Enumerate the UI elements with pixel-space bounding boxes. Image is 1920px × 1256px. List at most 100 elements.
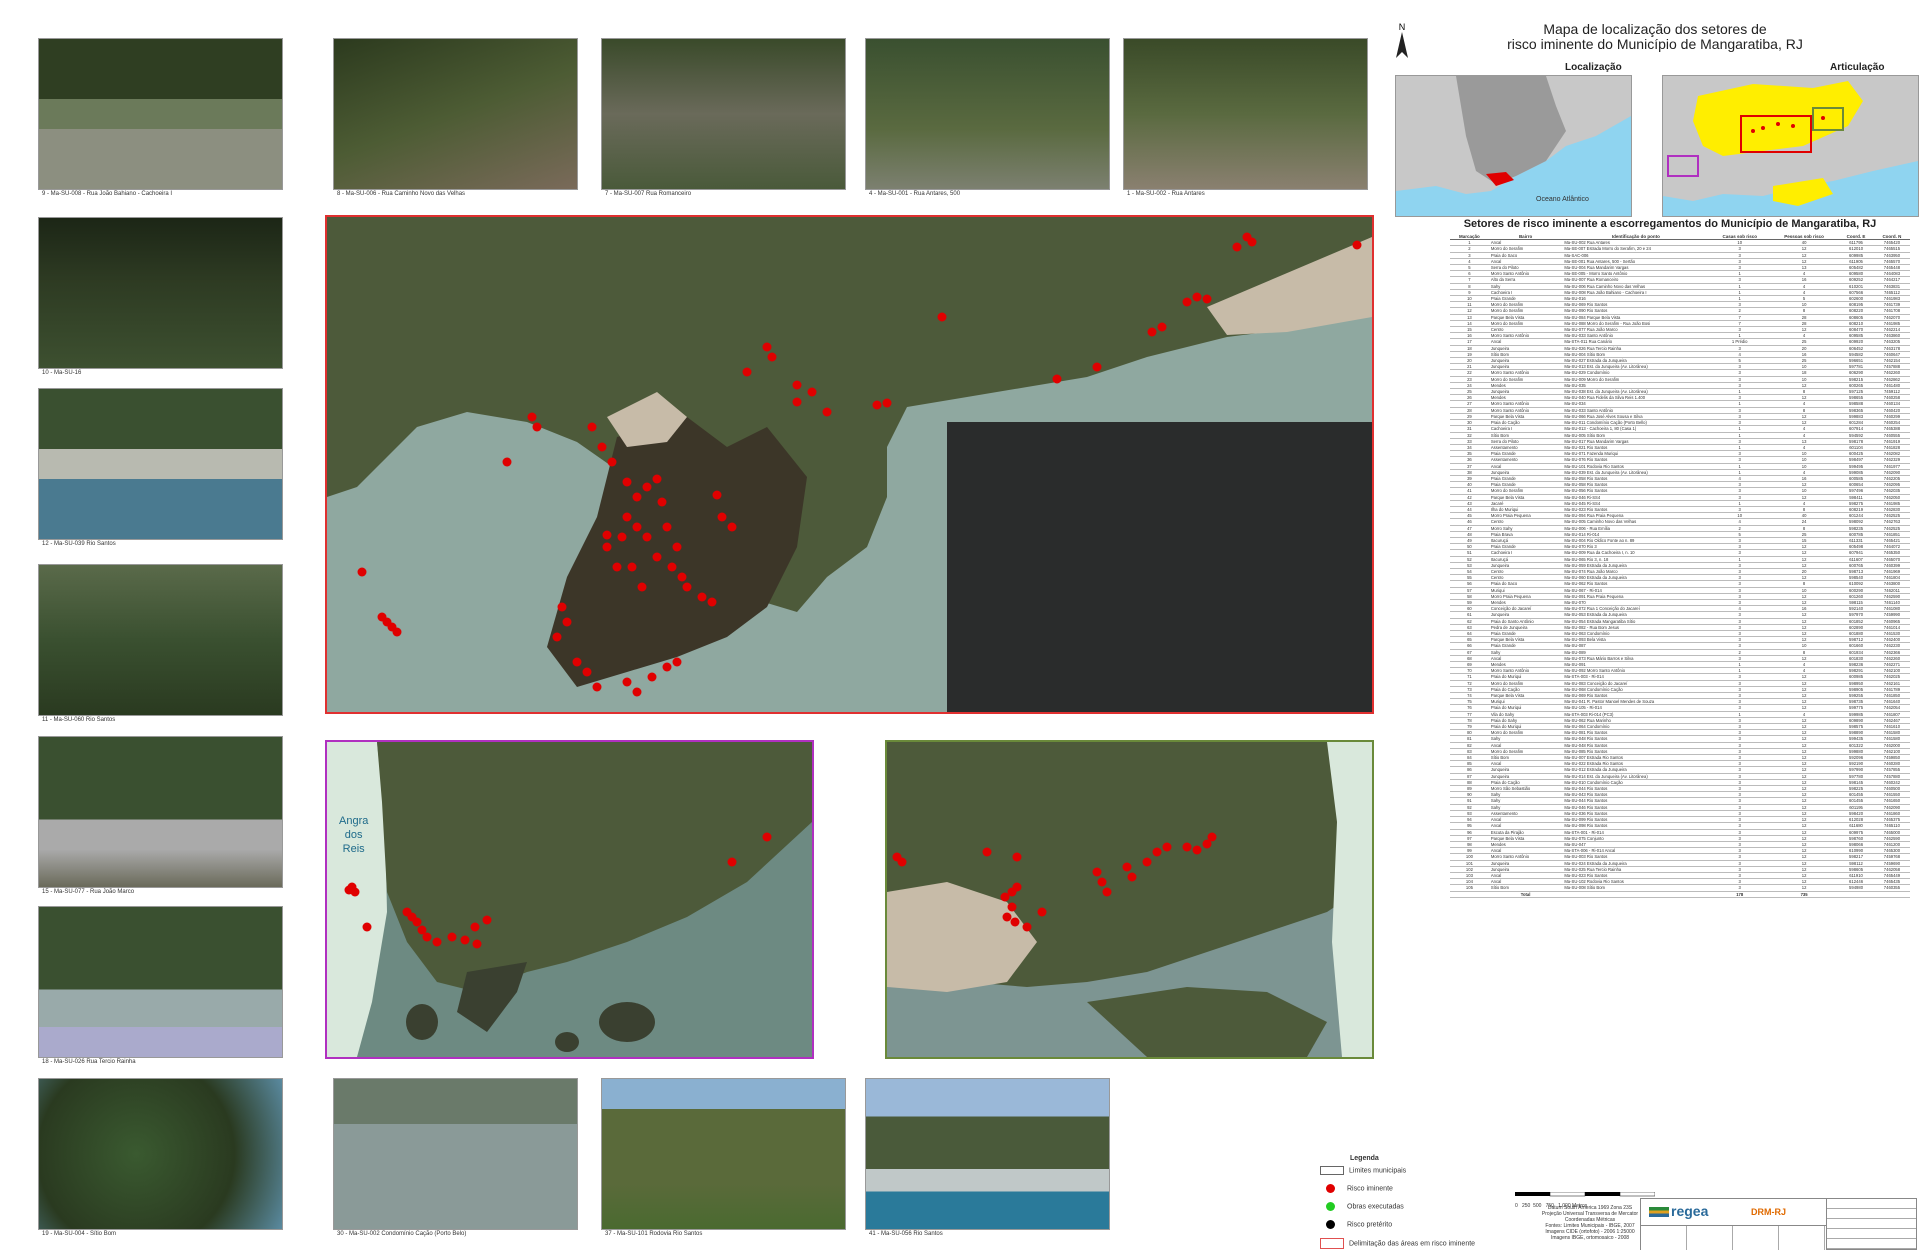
main-risk-marker[interactable] bbox=[557, 602, 567, 612]
photo-1[interactable] bbox=[38, 38, 283, 190]
west-risk-marker[interactable] bbox=[762, 832, 772, 842]
main-risk-marker[interactable] bbox=[607, 457, 617, 467]
east-map[interactable] bbox=[885, 740, 1374, 1059]
main-risk-marker[interactable] bbox=[762, 342, 772, 352]
photo-3[interactable] bbox=[601, 38, 846, 190]
main-risk-marker[interactable] bbox=[602, 530, 612, 540]
main-risk-marker[interactable] bbox=[627, 562, 637, 572]
west-risk-marker[interactable] bbox=[344, 885, 354, 895]
main-risk-marker[interactable] bbox=[727, 522, 737, 532]
photo-10[interactable] bbox=[38, 906, 283, 1058]
main-risk-marker[interactable] bbox=[807, 387, 817, 397]
main-risk-marker[interactable] bbox=[622, 512, 632, 522]
photo-5[interactable] bbox=[1123, 38, 1368, 190]
main-risk-marker[interactable] bbox=[637, 582, 647, 592]
east-risk-marker[interactable] bbox=[1022, 922, 1032, 932]
main-risk-marker[interactable] bbox=[622, 477, 632, 487]
main-risk-marker[interactable] bbox=[792, 380, 802, 390]
main-risk-marker[interactable] bbox=[717, 512, 727, 522]
photo-2[interactable] bbox=[333, 38, 578, 190]
main-risk-marker[interactable] bbox=[1202, 294, 1212, 304]
west-risk-marker[interactable] bbox=[432, 937, 442, 947]
main-risk-marker[interactable] bbox=[677, 572, 687, 582]
east-risk-marker[interactable] bbox=[1000, 892, 1010, 902]
main-risk-marker[interactable] bbox=[527, 412, 537, 422]
photo-6[interactable] bbox=[38, 217, 283, 369]
main-risk-marker[interactable] bbox=[1052, 374, 1062, 384]
main-risk-marker[interactable] bbox=[662, 522, 672, 532]
west-risk-marker[interactable] bbox=[482, 915, 492, 925]
main-risk-marker[interactable] bbox=[707, 597, 717, 607]
main-risk-marker[interactable] bbox=[672, 542, 682, 552]
east-risk-marker[interactable] bbox=[1010, 917, 1020, 927]
east-risk-marker[interactable] bbox=[1142, 857, 1152, 867]
main-risk-marker[interactable] bbox=[652, 474, 662, 484]
east-risk-marker[interactable] bbox=[1152, 847, 1162, 857]
main-risk-marker[interactable] bbox=[632, 687, 642, 697]
main-risk-marker[interactable] bbox=[572, 657, 582, 667]
photo-12[interactable] bbox=[333, 1078, 578, 1230]
main-risk-marker[interactable] bbox=[592, 682, 602, 692]
west-risk-marker[interactable] bbox=[470, 922, 480, 932]
photo-7[interactable] bbox=[38, 388, 283, 540]
photo-9[interactable] bbox=[38, 736, 283, 888]
east-risk-marker[interactable] bbox=[982, 847, 992, 857]
main-risk-marker[interactable] bbox=[562, 617, 572, 627]
main-risk-marker[interactable] bbox=[767, 352, 777, 362]
east-risk-marker[interactable] bbox=[1007, 902, 1017, 912]
main-risk-marker[interactable] bbox=[642, 482, 652, 492]
photo-8[interactable] bbox=[38, 564, 283, 716]
main-risk-marker[interactable] bbox=[642, 532, 652, 542]
main-risk-marker[interactable] bbox=[667, 562, 677, 572]
photo-11[interactable] bbox=[38, 1078, 283, 1230]
main-risk-marker[interactable] bbox=[622, 677, 632, 687]
east-risk-marker[interactable] bbox=[1097, 877, 1107, 887]
east-risk-marker[interactable] bbox=[1092, 867, 1102, 877]
main-risk-marker[interactable] bbox=[1182, 297, 1192, 307]
main-risk-marker[interactable] bbox=[632, 492, 642, 502]
main-risk-marker[interactable] bbox=[617, 532, 627, 542]
photo-14[interactable] bbox=[865, 1078, 1110, 1230]
photo-4[interactable] bbox=[865, 38, 1110, 190]
main-risk-marker[interactable] bbox=[1192, 292, 1202, 302]
main-risk-marker[interactable] bbox=[1157, 322, 1167, 332]
east-risk-marker[interactable] bbox=[1182, 842, 1192, 852]
main-risk-marker[interactable] bbox=[1232, 242, 1242, 252]
main-risk-marker[interactable] bbox=[882, 398, 892, 408]
west-risk-marker[interactable] bbox=[362, 922, 372, 932]
inset-articulacao-map[interactable] bbox=[1662, 75, 1919, 217]
main-risk-marker[interactable] bbox=[532, 422, 542, 432]
main-risk-marker[interactable] bbox=[597, 442, 607, 452]
inset-localizacao-map[interactable]: Oceano Atlântico bbox=[1395, 75, 1632, 217]
east-risk-marker[interactable] bbox=[1192, 845, 1202, 855]
main-risk-marker[interactable] bbox=[647, 672, 657, 682]
main-risk-marker[interactable] bbox=[1352, 240, 1362, 250]
main-risk-marker[interactable] bbox=[697, 592, 707, 602]
east-risk-marker[interactable] bbox=[1002, 912, 1012, 922]
east-risk-marker[interactable] bbox=[1037, 907, 1047, 917]
main-risk-marker[interactable] bbox=[742, 367, 752, 377]
east-risk-marker[interactable] bbox=[1127, 872, 1137, 882]
main-risk-marker[interactable] bbox=[1147, 327, 1157, 337]
main-risk-marker[interactable] bbox=[587, 422, 597, 432]
east-risk-marker[interactable] bbox=[897, 857, 907, 867]
main-risk-marker[interactable] bbox=[662, 662, 672, 672]
main-risk-marker[interactable] bbox=[632, 522, 642, 532]
main-risk-marker[interactable] bbox=[822, 407, 832, 417]
west-risk-marker[interactable] bbox=[472, 939, 482, 949]
east-risk-marker[interactable] bbox=[1162, 842, 1172, 852]
main-risk-marker[interactable] bbox=[652, 552, 662, 562]
main-risk-marker[interactable] bbox=[357, 567, 367, 577]
photo-13[interactable] bbox=[601, 1078, 846, 1230]
east-risk-marker[interactable] bbox=[1102, 887, 1112, 897]
main-risk-marker[interactable] bbox=[582, 667, 592, 677]
main-risk-marker[interactable] bbox=[502, 457, 512, 467]
main-risk-marker[interactable] bbox=[672, 657, 682, 667]
main-risk-marker[interactable] bbox=[612, 562, 622, 572]
west-risk-marker[interactable] bbox=[447, 932, 457, 942]
main-risk-marker[interactable] bbox=[937, 312, 947, 322]
main-risk-marker[interactable] bbox=[1247, 237, 1257, 247]
main-risk-marker[interactable] bbox=[602, 542, 612, 552]
main-risk-marker[interactable] bbox=[792, 397, 802, 407]
east-risk-marker[interactable] bbox=[1122, 862, 1132, 872]
